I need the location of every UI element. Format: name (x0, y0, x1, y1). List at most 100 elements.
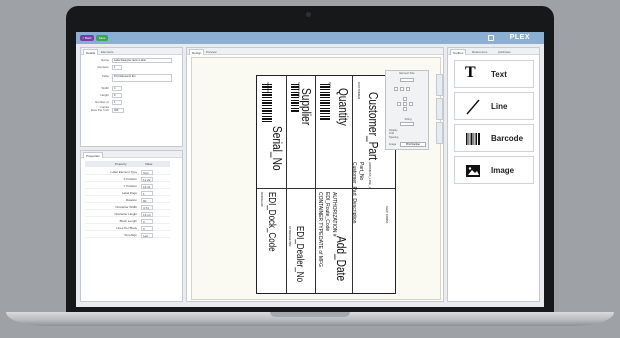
designer-panel: Design Preview SERIAL Serial_No SUPPLIER… (186, 47, 444, 302)
property-value[interactable]: 11.29 (141, 176, 153, 182)
property-row[interactable]: Label Page 1 (85, 190, 170, 196)
move-center-button[interactable] (403, 102, 407, 106)
tab-attributes[interactable]: Attributes (496, 49, 513, 55)
property-row[interactable]: Character Width 4.74 (85, 204, 170, 210)
properties-header: Property Value (85, 161, 170, 167)
toolbox-panel: Toolbox References Attributes T Text Lin… (447, 47, 540, 302)
label-divider (315, 76, 316, 293)
customer-part-field[interactable]: Customer_Part (366, 92, 381, 160)
property-name: Rotation (125, 198, 137, 202)
ship-from-caption[interactable]: SHIP FROM: (385, 206, 389, 223)
tab-preview[interactable]: Preview (204, 49, 219, 55)
property-value[interactable]: 4.74 (141, 204, 153, 210)
dpi-select[interactable]: 300 (112, 108, 124, 113)
authorization-caption[interactable]: AUTHORIZATION # (331, 192, 337, 237)
property-name: Character Width (115, 205, 137, 209)
serial-number-field[interactable]: Serial_No (270, 126, 285, 171)
property-value[interactable]: 14.31 (141, 183, 153, 189)
display-options: Display Grid Spacing (389, 129, 399, 139)
align-left-button[interactable] (394, 87, 398, 91)
barcode-tool-label: Barcode (491, 134, 524, 143)
tab-design[interactable]: Design (189, 49, 205, 55)
add-date-field[interactable]: Add_Date (334, 236, 349, 281)
width-input[interactable]: 4 (112, 86, 122, 91)
move-up-button[interactable] (403, 97, 407, 101)
name-input[interactable]: Label Designer demo Label (112, 58, 172, 63)
line-tool[interactable]: Line (454, 92, 534, 120)
barcode-tool[interactable]: Barcode (454, 124, 534, 152)
quantity-barcode[interactable] (320, 84, 330, 120)
move-down-button[interactable] (403, 107, 407, 111)
save-button[interactable]: Save (96, 35, 108, 41)
sizing-toggle[interactable] (400, 122, 414, 126)
text-tool[interactable]: T Text (454, 60, 534, 88)
app-icon (488, 35, 494, 41)
edi-dealer-no-field[interactable]: EDI_Dealer_No (294, 226, 305, 282)
property-name: Lines Per Block (116, 226, 137, 230)
tab-references[interactable]: References (470, 49, 489, 55)
side-tab-element[interactable] (436, 98, 443, 120)
camera (306, 12, 311, 17)
property-row[interactable]: Lines Per Block 0 (85, 225, 170, 231)
image-label: Image (389, 143, 397, 146)
quantity-field[interactable]: Quantity (336, 88, 351, 126)
print-number-button[interactable]: Print Number (400, 142, 426, 147)
customer-part-description-field[interactable]: Customer_Part_Description (351, 162, 357, 223)
property-row[interactable]: Block Length 0 (85, 218, 170, 224)
property-row[interactable]: Text Align Left (85, 232, 170, 238)
container-type-caption[interactable]: CONTAINER TYPE (317, 192, 323, 235)
tab-elements[interactable]: Elements (99, 49, 116, 55)
brand-logo: PLEX (509, 34, 530, 41)
property-value[interactable]: Left (141, 232, 153, 238)
edi-route-code-field[interactable]: EDI_Route_Code (324, 192, 330, 231)
edi-dock-code-field[interactable]: EDI_Dock_Code (266, 192, 277, 252)
size-input[interactable] (400, 78, 414, 82)
supplier-field[interactable]: Supplier (299, 88, 314, 125)
align-right-button[interactable] (406, 87, 410, 91)
property-value[interactable]: 0 (141, 218, 153, 224)
screen: < Back Save PLEX Details Elements Name L… (76, 32, 544, 307)
property-row[interactable]: X Position 11.29 (85, 176, 170, 182)
image-tool[interactable]: Image (454, 156, 534, 184)
height-input[interactable]: 6 (112, 93, 122, 98)
shipping-label: SERIAL Serial_No SUPPLIER Supplier QTY Q… (256, 75, 396, 294)
barcode-icon (466, 133, 480, 145)
dockloc-caption[interactable]: DOCKLOC (260, 192, 264, 207)
tab-properties[interactable]: Properties (83, 152, 103, 158)
toolbox-tabs: Toolbox References Attributes (448, 48, 539, 55)
move-left-button[interactable] (397, 102, 401, 106)
laptop-notch (270, 312, 350, 317)
properties-tabs: Properties (81, 151, 182, 158)
property-row[interactable]: Rotation 90 (85, 197, 170, 203)
side-tab-position[interactable] (436, 74, 443, 96)
side-tab-grid[interactable] (436, 122, 443, 144)
serial-caption[interactable]: SERIAL (266, 82, 270, 93)
address-line-field[interactable]: ADDRESS_LINE_1 (368, 162, 372, 188)
property-row[interactable]: Label Element Type Text (85, 169, 170, 175)
tab-details[interactable]: Details (83, 49, 99, 55)
label-divider (257, 188, 395, 189)
app-header: < Back Save PLEX (76, 32, 544, 44)
back-button[interactable]: < Back (80, 35, 94, 41)
property-value[interactable]: 0 (141, 225, 153, 231)
property-value[interactable]: 1 (141, 190, 153, 196)
property-row[interactable]: Y Position 14.31 (85, 183, 170, 189)
property-value[interactable]: 13.13 (141, 211, 153, 217)
storage-bin-caption[interactable]: STORAGE BIN (288, 226, 292, 246)
designer-tabs: Design Preview (187, 48, 443, 55)
properties-panel: Properties Property Value Label Element … (80, 150, 183, 302)
date-mfg-caption[interactable]: DATE of MFG (317, 236, 323, 267)
property-row[interactable]: Character Height 13.13 (85, 211, 170, 217)
property-value[interactable]: Text (141, 169, 153, 175)
part-no-field[interactable]: Part_No (358, 162, 364, 180)
copies-input[interactable]: 1 (112, 100, 122, 105)
quantity-caption[interactable]: QTY (328, 82, 332, 88)
revision-input[interactable]: 1 (112, 65, 122, 70)
tab-toolbox[interactable]: Toolbox (450, 49, 467, 55)
control-panel-title: Element Size (399, 72, 415, 75)
table-select[interactable]: Prnd Elements Ext (112, 74, 172, 82)
customer-caption[interactable]: CUSTOMER (357, 82, 361, 99)
align-center-button[interactable] (400, 87, 404, 91)
property-value[interactable]: 90 (141, 197, 153, 203)
move-right-button[interactable] (409, 102, 413, 106)
